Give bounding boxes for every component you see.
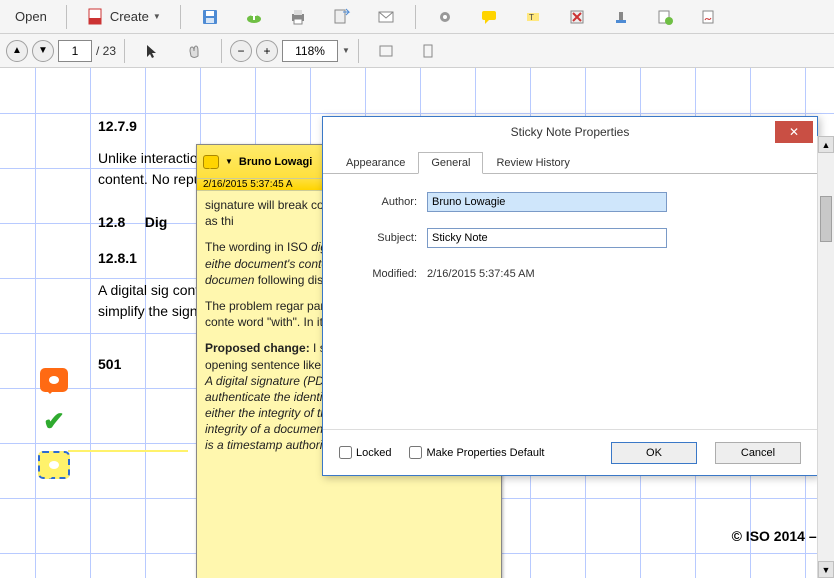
gear-icon [435, 7, 455, 27]
open-button[interactable]: Open [6, 4, 56, 30]
fit-page-button[interactable] [409, 38, 447, 64]
close-button[interactable]: ✕ [775, 121, 813, 143]
separator [180, 5, 181, 29]
create-button[interactable]: Create ▼ [77, 4, 170, 30]
stamp-icon [611, 7, 631, 27]
share-button[interactable] [323, 4, 361, 30]
vertical-scrollbar[interactable]: ▲ ▼ [817, 136, 834, 578]
page-number-input[interactable] [58, 40, 92, 62]
tab-appearance[interactable]: Appearance [333, 152, 418, 174]
separator [358, 39, 359, 63]
comment-annotation-icon[interactable] [40, 368, 68, 392]
scroll-down-button[interactable]: ▼ [818, 561, 834, 578]
chevron-down-icon[interactable]: ▼ [225, 157, 233, 166]
sticky-note-properties-dialog: Sticky Note Properties ✕ Appearance Gene… [322, 116, 818, 476]
section-number: 12.7.9 [98, 118, 258, 134]
pdf-icon [86, 7, 106, 27]
chevron-down-icon: ▼ [153, 12, 161, 21]
separator [415, 5, 416, 29]
text-highlight-icon: T [523, 7, 543, 27]
attach-icon [655, 7, 675, 27]
sign-button[interactable] [690, 4, 728, 30]
cloud-upload-icon [244, 7, 264, 27]
annotation-column: ✔ [38, 368, 70, 479]
scroll-up-button[interactable]: ▲ [818, 136, 834, 153]
comment-button[interactable] [470, 4, 508, 30]
author-row: Author: [347, 192, 793, 212]
navigation-toolbar: ▲ ▼ / 23 − + ▼ [0, 34, 834, 68]
locked-checkbox-input[interactable] [339, 446, 352, 459]
tab-review-history[interactable]: Review History [483, 152, 582, 174]
fit-page-icon [418, 41, 438, 61]
fit-width-button[interactable] [367, 38, 405, 64]
subject-input[interactable] [427, 228, 667, 248]
separator [221, 39, 222, 63]
subject-label: Subject: [347, 232, 427, 244]
main-toolbar: Open Create ▼ T [0, 0, 834, 34]
printer-icon [288, 7, 308, 27]
make-default-label: Make Properties Default [426, 447, 544, 459]
share-icon [332, 7, 352, 27]
zoom-dropdown-icon[interactable]: ▼ [342, 46, 350, 55]
make-default-checkbox[interactable]: Make Properties Default [409, 446, 544, 459]
tab-general[interactable]: General [418, 152, 483, 174]
separator [66, 5, 67, 29]
subject-row: Subject: [347, 228, 793, 248]
scrollbar-thumb[interactable] [820, 196, 832, 242]
author-label: Author: [347, 196, 427, 208]
dialog-title-text: Sticky Note Properties [511, 125, 630, 139]
dialog-title-bar[interactable]: Sticky Note Properties ✕ [323, 117, 817, 147]
checkmark-annotation-icon[interactable]: ✔ [43, 406, 65, 437]
zoom-level-input[interactable] [282, 40, 338, 62]
attach-button[interactable] [646, 4, 684, 30]
document-view[interactable]: 12.7.9 Unlike interaction content. No re… [0, 68, 834, 578]
hand-tool-button[interactable] [175, 38, 213, 64]
cursor-icon [142, 41, 162, 61]
zoom-out-button[interactable]: − [230, 40, 252, 62]
sign-icon [699, 7, 719, 27]
modified-row: Modified: 2/16/2015 5:37:45 AM [347, 268, 793, 280]
author-input[interactable] [427, 192, 667, 212]
close-icon: ✕ [789, 125, 799, 139]
annotation-connector-line [68, 450, 188, 452]
cancel-button[interactable]: Cancel [715, 442, 801, 464]
cloud-button[interactable] [235, 4, 273, 30]
dialog-footer: Locked Make Properties Default OK Cancel [323, 429, 817, 475]
stamp-button[interactable] [602, 4, 640, 30]
delete-icon [567, 7, 587, 27]
page-up-button[interactable]: ▲ [6, 40, 28, 62]
select-tool-button[interactable] [133, 38, 171, 64]
locked-checkbox[interactable]: Locked [339, 446, 391, 459]
print-button[interactable] [279, 4, 317, 30]
speech-bubble-icon [203, 155, 219, 169]
modified-value: 2/16/2015 5:37:45 AM [427, 268, 535, 280]
page-total-label: / 23 [96, 44, 116, 58]
ok-button[interactable]: OK [611, 442, 697, 464]
modified-label: Modified: [347, 268, 427, 280]
locked-label: Locked [356, 447, 391, 459]
zoom-in-button[interactable]: + [256, 40, 278, 62]
dialog-tabs: Appearance General Review History [323, 151, 817, 174]
dialog-body: Author: Subject: Modified: 2/16/2015 5:3… [323, 174, 817, 429]
svg-text:T: T [529, 13, 534, 22]
make-default-checkbox-input[interactable] [409, 446, 422, 459]
sticky-note-annotation-icon[interactable] [38, 451, 70, 479]
floppy-icon [200, 7, 220, 27]
separator [124, 39, 125, 63]
page-down-button[interactable]: ▼ [32, 40, 54, 62]
settings-button[interactable] [426, 4, 464, 30]
save-button[interactable] [191, 4, 229, 30]
fit-width-icon [376, 41, 396, 61]
delete-comment-button[interactable] [558, 4, 596, 30]
highlight-button[interactable]: T [514, 4, 552, 30]
envelope-icon [376, 7, 396, 27]
sticky-note-author: Bruno Lowagi [239, 156, 312, 168]
speech-bubble-icon [479, 7, 499, 27]
email-button[interactable] [367, 4, 405, 30]
hand-icon [184, 41, 204, 61]
open-label: Open [15, 9, 47, 24]
create-label: Create [110, 9, 149, 24]
